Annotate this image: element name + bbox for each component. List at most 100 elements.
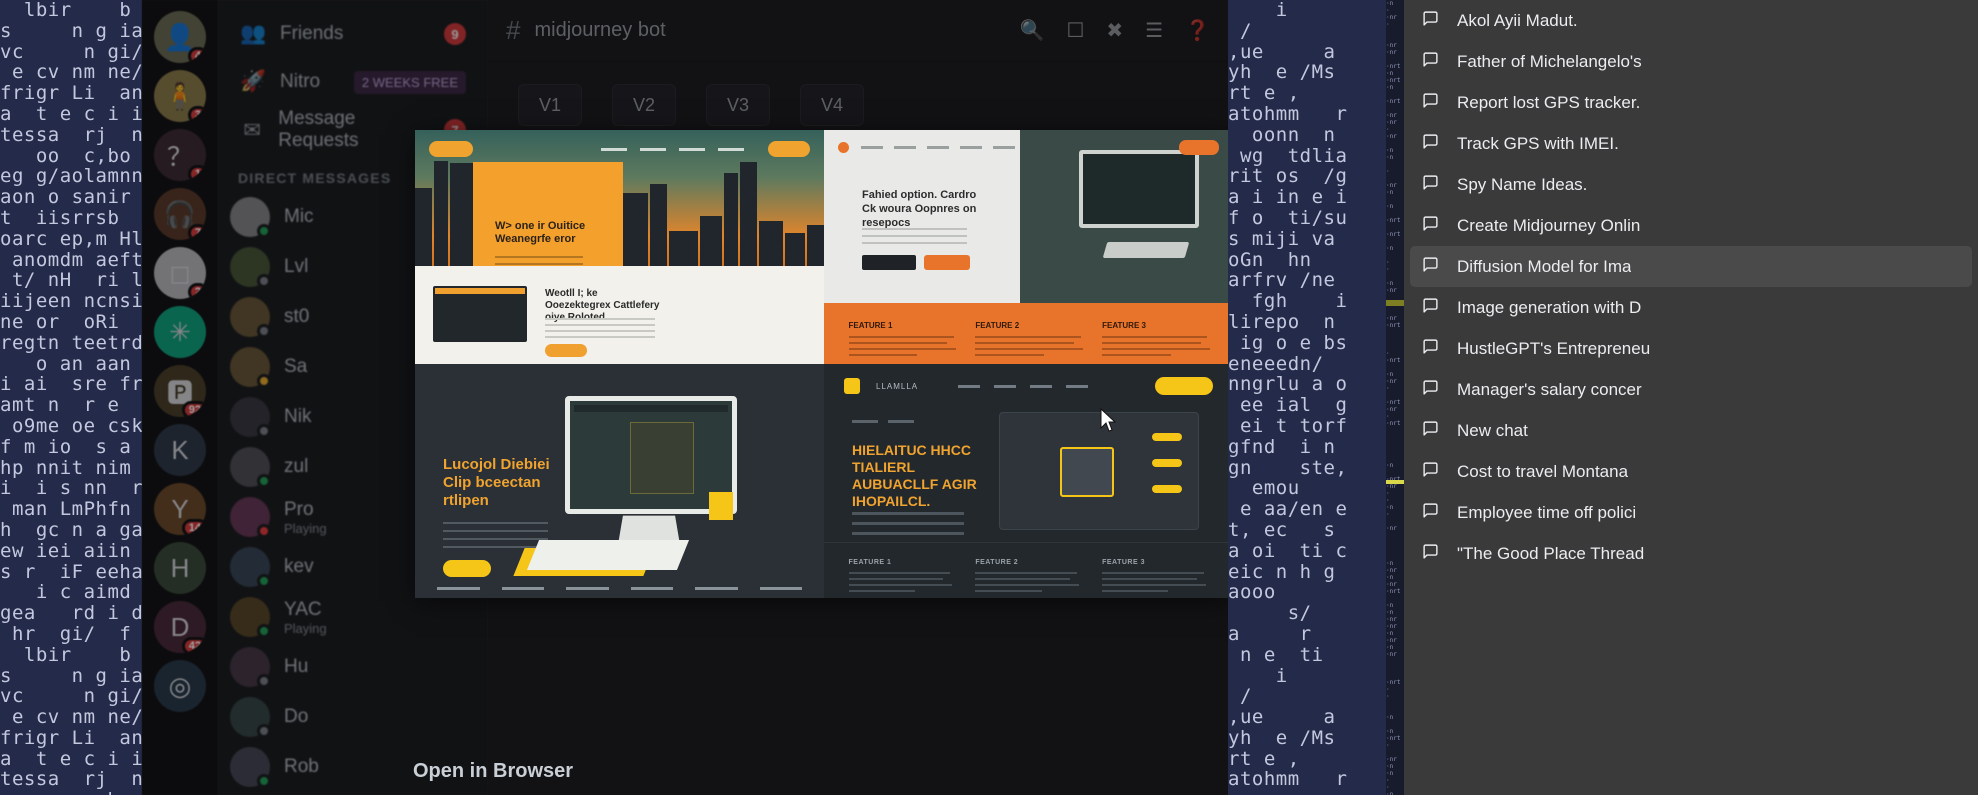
- version-buttons[interactable]: V1 V2 V3 V4: [518, 84, 1198, 126]
- minimap-line: [1386, 308, 1404, 315]
- grid-image-2[interactable]: Fahied option. Cardro Ck woura Oopnres o…: [824, 130, 1233, 364]
- generated-image-grid[interactable]: W> one ir Ouitice Weanegrfe eror Weotll …: [415, 130, 1233, 598]
- dm-list-item[interactable]: YAC Playing: [218, 592, 488, 642]
- minimap-line: ·nrt: [1386, 217, 1404, 224]
- minimap-line: ·nrt: [1386, 77, 1404, 84]
- guild-icon[interactable]: 👤 4: [154, 11, 206, 63]
- chat-history-item[interactable]: Father of Michelangelo's: [1404, 41, 1978, 82]
- chat-history-item[interactable]: HustleGPT's Entrepreneu: [1404, 328, 1978, 369]
- code-line: oo c,bo: [0, 790, 142, 795]
- dm-list-item[interactable]: Do: [218, 692, 488, 742]
- code-line: frigr Li an: [0, 728, 142, 749]
- chat-history-item[interactable]: Create Midjourney Onlin: [1404, 205, 1978, 246]
- q2-nav-button: [1179, 140, 1219, 155]
- minimap-line: ·nr: [1386, 378, 1404, 385]
- feature-title: FEATURE 1: [849, 321, 964, 330]
- guild-icon[interactable]: ✳: [154, 306, 206, 358]
- guild-icon[interactable]: 🧍 3: [154, 70, 206, 122]
- chat-history-item[interactable]: Manager's salary concer: [1404, 369, 1978, 410]
- guild-badge: 7: [188, 224, 206, 240]
- open-in-browser-link[interactable]: Open in Browser: [413, 760, 573, 783]
- chat-history-item[interactable]: Track GPS with IMEI.: [1404, 123, 1978, 164]
- minimap-line: ·n: [1386, 84, 1404, 91]
- code-line: s n g ia: [0, 666, 142, 687]
- guild-icon[interactable]: Y 14: [154, 483, 206, 535]
- minimap-line: [1386, 469, 1404, 476]
- guild-avatar: K: [154, 424, 206, 476]
- help-icon[interactable]: ❓: [1185, 18, 1210, 43]
- minimap-line: ·nr: [1386, 616, 1404, 623]
- dm-list-item[interactable]: Hu: [218, 642, 488, 692]
- version-button-v4[interactable]: V4: [800, 84, 864, 126]
- guild-icon[interactable]: ◎: [154, 660, 206, 712]
- code-line: atohmm r: [1228, 104, 1386, 125]
- guild-badge: 4: [188, 47, 206, 63]
- chat-history-label: "The Good Place Thread: [1457, 544, 1644, 564]
- dm-activity: Playing: [284, 621, 327, 636]
- grid-image-4[interactable]: LLAMLLA HIELAITUC HHCC TIALIERL AUBUACLL…: [824, 364, 1233, 598]
- code-line: ei t torf: [1228, 416, 1386, 437]
- skyline-building: [759, 221, 783, 266]
- code-line: amt n r e: [0, 395, 142, 416]
- minimap-line: ·n: [1386, 280, 1404, 287]
- dm-name-wrap: kev: [284, 556, 314, 578]
- q3-yellow-cube: [709, 492, 733, 520]
- chat-history-item[interactable]: New chat: [1404, 410, 1978, 451]
- guild-icon[interactable]: 🅿 92: [154, 365, 206, 417]
- q4-headline: HIELAITUC HHCC TIALIERL AUBUACLLF AGIR I…: [852, 442, 1002, 510]
- q1-nav-button: [768, 141, 810, 157]
- chat-history-item[interactable]: Diffusion Model for Ima: [1410, 246, 1972, 287]
- chat-history-item[interactable]: Employee time off polici: [1404, 492, 1978, 533]
- code-line: iijeen ncnsi: [0, 291, 142, 312]
- minimap-line: ·nrt: [1386, 63, 1404, 70]
- minimap-line: ·nrt: [1386, 420, 1404, 427]
- members-icon[interactable]: ☰: [1145, 18, 1163, 43]
- chat-history-item[interactable]: Spy Name Ideas.: [1404, 164, 1978, 205]
- version-button-v1[interactable]: V1: [518, 84, 582, 126]
- code-line: ,ue a: [1228, 707, 1386, 728]
- q4-brand: LLAMLLA: [876, 382, 918, 391]
- chat-history-label: Report lost GPS tracker.: [1457, 93, 1640, 113]
- chat-history-label: Create Midjourney Onlin: [1457, 216, 1640, 236]
- minimap-line: [1386, 161, 1404, 168]
- friends-nav-row[interactable]: 👥 Friends 9: [230, 10, 476, 58]
- nitro-nav-row[interactable]: 🚀 Nitro 2 WEEKS FREE: [230, 58, 476, 106]
- chat-history-sidebar[interactable]: Akol Ayii Madut. Father of Michelangelo's…: [1404, 0, 1978, 795]
- chat-history-item[interactable]: Akol Ayii Madut.: [1404, 0, 1978, 41]
- pin-icon[interactable]: ✖: [1106, 18, 1123, 43]
- guild-icon[interactable]: 🎧 7: [154, 188, 206, 240]
- search-icon[interactable]: 🔍: [1020, 18, 1045, 43]
- chat-history-item[interactable]: "The Good Place Thread: [1404, 533, 1978, 574]
- guild-icon[interactable]: ◻ 2: [154, 247, 206, 299]
- channel-header-icons[interactable]: 🔍 ☐ ✖ ☰ ❓: [1020, 18, 1210, 43]
- minimap-line: ·: [1386, 742, 1404, 749]
- code-line: yh e /Ms: [1228, 728, 1386, 749]
- inbox-icon[interactable]: ☐: [1066, 18, 1084, 43]
- code-line: t iisrrsb: [0, 208, 142, 229]
- chat-history-item[interactable]: Report lost GPS tracker.: [1404, 82, 1978, 123]
- version-button-v3[interactable]: V3: [706, 84, 770, 126]
- code-line: t, ec s: [1228, 520, 1386, 541]
- q2-headline: Fahied option. Cardro Ck woura Oopnres o…: [862, 188, 982, 230]
- grid-image-3[interactable]: Lucojol Diebiei Clip bceectan rtlipen: [415, 364, 824, 598]
- chat-history-item[interactable]: Image generation with D: [1404, 287, 1978, 328]
- q4-panel-btn-3: [1152, 485, 1182, 493]
- code-editor-right[interactable]: i / ,ue a yh e /Ms rt e , atohmm r oonn n wg…: [1228, 0, 1386, 795]
- dm-name: st0: [284, 306, 309, 327]
- chat-bubble-icon: [1422, 379, 1439, 401]
- minimap-strip[interactable]: ·n··nr··nr·nr·nrt·n·nrt·n·nrt·nr·nr··nr·…: [1386, 0, 1404, 795]
- dm-name: Sa: [284, 356, 307, 377]
- code-editor-left[interactable]: lbir b ns n g ia vc n gi/ e cv nm ne/frig…: [0, 0, 142, 795]
- minimap-line: [1386, 273, 1404, 280]
- version-button-v2[interactable]: V2: [612, 84, 676, 126]
- guild-icon[interactable]: ？ 1: [154, 129, 206, 181]
- guild-icon[interactable]: H: [154, 542, 206, 594]
- guild-rail[interactable]: 👤 4 🧍 3 ？ 1 🎧 7 ◻ 2 ✳ 🅿 92 K Y 14 H D 42 ◎: [142, 0, 218, 795]
- nitro-icon: 🚀: [240, 70, 266, 94]
- guild-icon[interactable]: D 42: [154, 601, 206, 653]
- avatar: [230, 247, 270, 287]
- q2-navbar: [838, 139, 1219, 155]
- guild-icon[interactable]: K: [154, 424, 206, 476]
- grid-image-1[interactable]: W> one ir Ouitice Weanegrfe eror Weotll …: [415, 130, 824, 364]
- chat-history-item[interactable]: Cost to travel Montana: [1404, 451, 1978, 492]
